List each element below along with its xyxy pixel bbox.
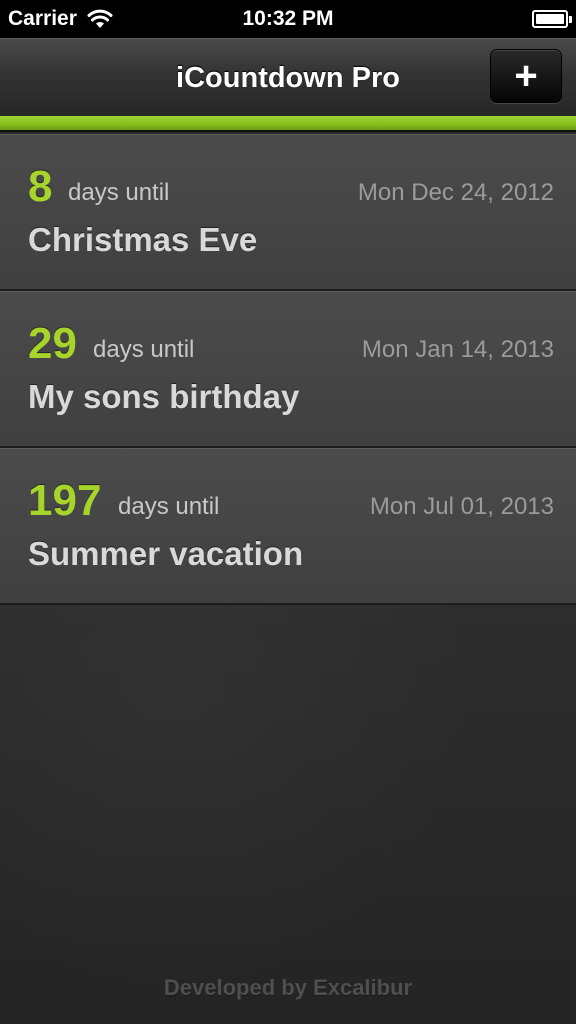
list-item[interactable]: 29 days until Mon Jan 14, 2013 My sons b… bbox=[0, 291, 576, 448]
days-count: 197 bbox=[28, 476, 102, 525]
status-left: Carrier bbox=[8, 0, 113, 38]
days-until-label: days until bbox=[68, 179, 170, 206]
battery-fill bbox=[536, 14, 564, 24]
event-date: Mon Jan 14, 2013 bbox=[361, 336, 554, 363]
carrier-label: Carrier bbox=[8, 7, 77, 30]
event-date: Mon Dec 24, 2012 bbox=[357, 179, 554, 206]
days-until-label: days until bbox=[93, 336, 195, 363]
add-countdown-button[interactable]: + bbox=[490, 49, 562, 103]
developer-credit: Developed by Excalibur bbox=[163, 975, 413, 1000]
navigation-bar: iCountdown Pro + bbox=[0, 38, 576, 116]
event-date: Mon Jul 01, 2013 bbox=[369, 493, 554, 520]
wifi-icon bbox=[87, 9, 113, 28]
empty-background bbox=[0, 605, 576, 1024]
status-time: 10:32 PM bbox=[242, 7, 334, 30]
accent-divider bbox=[0, 116, 576, 132]
list-item[interactable]: 8 days until Mon Dec 24, 2012 Christmas … bbox=[0, 134, 576, 291]
event-title: Summer vacation bbox=[28, 535, 304, 572]
countdown-list: 8 days until Mon Dec 24, 2012 Christmas … bbox=[0, 134, 576, 605]
days-until-label: days until bbox=[118, 493, 220, 520]
battery-icon bbox=[532, 10, 572, 28]
event-title: My sons birthday bbox=[28, 378, 300, 415]
list-item[interactable]: 197 days until Mon Jul 01, 2013 Summer v… bbox=[0, 448, 576, 605]
days-count: 8 bbox=[28, 162, 53, 211]
status-right bbox=[532, 0, 572, 38]
status-bar: Carrier 10:32 PM bbox=[0, 0, 576, 38]
days-count: 29 bbox=[28, 319, 77, 368]
event-title: Christmas Eve bbox=[28, 221, 258, 258]
